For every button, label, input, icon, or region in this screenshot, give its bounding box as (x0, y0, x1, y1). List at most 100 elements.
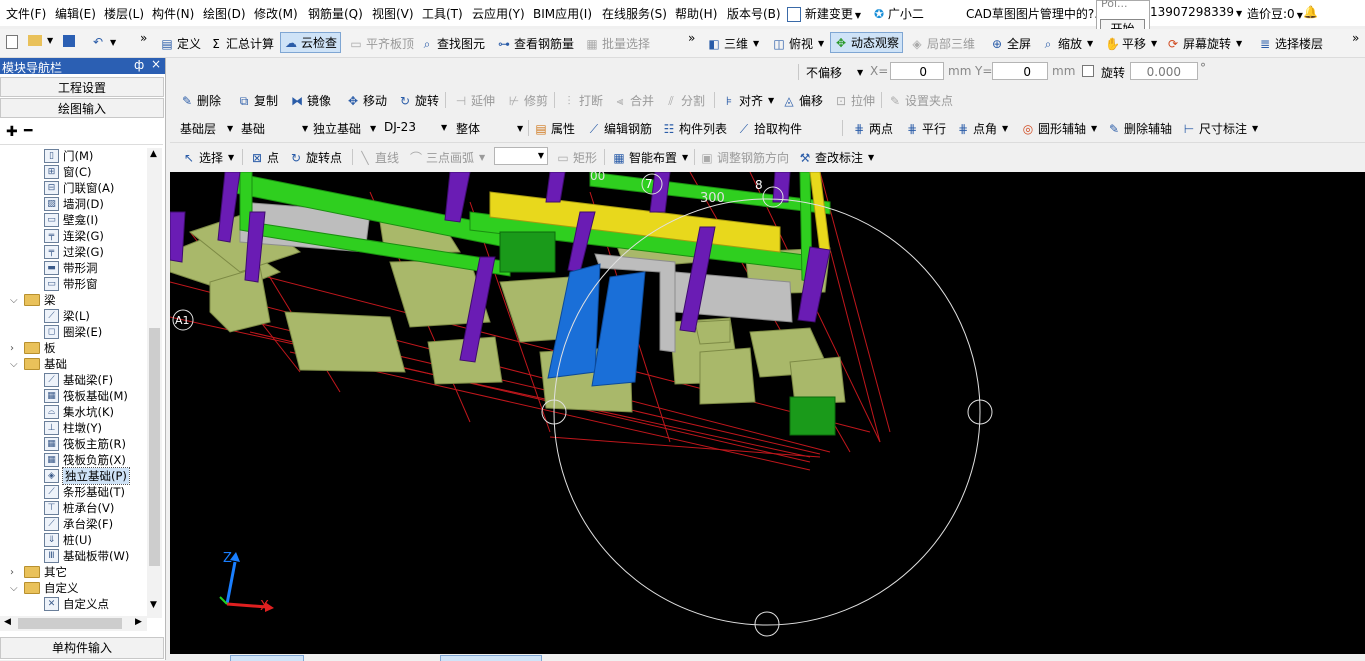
toolbar-overflow-icon[interactable]: » (140, 31, 147, 45)
menu-tools[interactable]: 工具(T) (422, 5, 463, 22)
set-grip-button[interactable]: ✎ 设置夹点 (888, 92, 953, 109)
hscroll-thumb[interactable] (18, 618, 122, 629)
menu-draw[interactable]: 绘图(D) (203, 5, 246, 22)
new-change-button[interactable]: 新建变更 ▼ (787, 5, 861, 22)
part-select[interactable]: 整体 ▼ (456, 120, 523, 137)
find-element-button[interactable]: ⌕ 查找图元 (420, 35, 485, 52)
save-icon[interactable] (63, 35, 75, 47)
point-angle-button[interactable]: ⋕ 点角 ▼ (956, 120, 1008, 137)
extend-button[interactable]: ⊣ 延伸 (454, 92, 495, 109)
tree-folder[interactable]: ⌵ 梁 (10, 292, 56, 308)
model-canvas[interactable]: A1 8 7 300 00 Z X (170, 172, 1365, 654)
line-button[interactable]: ╲ 直线 (358, 149, 399, 166)
menu-file[interactable]: 文件(F) (6, 5, 46, 22)
rotate-checkbox[interactable] (1082, 65, 1094, 77)
tree-item[interactable]: ⊞ 窗(C) (44, 164, 92, 180)
collapse-all-icon[interactable]: ━ (24, 123, 32, 139)
smart-layout-button[interactable]: ▦ 智能布置 ▼ (612, 149, 688, 166)
toolbar-overflow-icon[interactable]: » (1352, 31, 1359, 45)
y-offset-input[interactable]: 0 (992, 62, 1048, 80)
menu-rebar-qty[interactable]: 钢筋量(Q) (308, 5, 363, 22)
adjust-rebar-dir-button[interactable]: ▣ 调整钢筋方向 (700, 149, 789, 166)
tree-item[interactable]: Ⅲ 基础板带(W) (44, 548, 129, 564)
drawing-input-button[interactable]: 绘图输入 (0, 98, 164, 118)
status-tab[interactable] (440, 655, 542, 661)
dimension-button[interactable]: ⊢ 尺寸标注 ▼ (1182, 120, 1258, 137)
menu-cloud[interactable]: 云应用(Y) (472, 5, 525, 22)
tree-folder[interactable]: ⌵ 自定义 (10, 580, 79, 596)
tree-item[interactable]: ◈ 独立基础(P) (44, 467, 130, 485)
two-points-button[interactable]: ⋕ 两点 (852, 120, 893, 137)
x-offset-input[interactable]: 0 (890, 62, 944, 80)
chevron-down-icon[interactable]: ⌵ (10, 359, 20, 370)
menu-view[interactable]: 视图(V) (372, 5, 414, 22)
tree-item[interactable]: ⟋ 承台梁(F) (44, 516, 113, 532)
bell-icon[interactable]: 🔔 (1303, 5, 1318, 19)
tree-item[interactable]: ⊤ 桩承台(V) (44, 500, 114, 516)
tree-item[interactable]: ⊥ 柱墩(Y) (44, 420, 102, 436)
align-slab-button[interactable]: ▭ 平齐板顶 (349, 35, 414, 52)
scroll-thumb[interactable] (149, 328, 160, 566)
tree-item[interactable]: ▦ 筏板基础(M) (44, 388, 128, 404)
circle-aux-button[interactable]: ◎ 圆形辅轴 ▼ (1021, 120, 1097, 137)
chevron-right-icon[interactable]: › (10, 343, 20, 354)
tree-item[interactable]: ╤ 连梁(G) (44, 228, 104, 244)
tree-item[interactable]: ⟋ 基础梁(F) (44, 372, 113, 388)
y-offset-value[interactable]: 0 (992, 62, 1048, 80)
element-list-button[interactable]: ☷ 构件列表 (662, 120, 727, 137)
menu-help[interactable]: 帮助(H) (675, 5, 717, 22)
3d-button[interactable]: ◧ 三维 ▼ (707, 35, 759, 52)
local-3d-button[interactable]: ◈ 局部三维 (910, 35, 975, 52)
tree-folder[interactable]: › 其它 (10, 564, 67, 580)
tree-scrollbar[interactable]: ▲ ▼ (147, 148, 162, 618)
tree-item[interactable]: ▦ 筏板负筋(X) (44, 452, 126, 468)
select-floor-button[interactable]: ≣ 选择楼层 (1258, 35, 1323, 52)
close-icon[interactable]: × (151, 57, 161, 71)
stretch-button[interactable]: ⊡ 拉伸 (834, 92, 875, 109)
rotate-value[interactable]: 0.000 (1130, 62, 1198, 80)
scroll-up-icon[interactable]: ▲ (150, 149, 157, 159)
offset-mode-select[interactable]: 不偏移 ▼ (806, 64, 863, 81)
cost-beans[interactable]: 造价豆:0 ▼ (1247, 5, 1303, 22)
tree-hscrollbar[interactable]: ◀ ▶ (0, 616, 147, 631)
menu-modify[interactable]: 修改(M) (254, 5, 298, 22)
zoom-button[interactable]: ⌕ 缩放 ▼ (1041, 35, 1094, 52)
category-select[interactable]: 基础 ▼ (241, 120, 308, 137)
select-button[interactable]: ↖ 选择 ▼ (182, 149, 234, 166)
summary-button[interactable]: Σ 汇总计算 (209, 35, 274, 52)
parallel-button[interactable]: ⋕ 平行 (905, 120, 946, 137)
tree-item[interactable]: ⌓ 集水坑(K) (44, 404, 114, 420)
element-select[interactable]: DJ-23 ▼ (384, 120, 447, 134)
toolbar-overflow-icon[interactable]: » (688, 31, 695, 45)
tree-item[interactable]: ⊟ 门联窗(A) (44, 180, 114, 196)
tree-item[interactable]: ⟋ 条形基础(T) (44, 484, 125, 500)
define-button[interactable]: ▤ 定义 (160, 35, 201, 52)
check-annot-button[interactable]: ⚒ 查改标注 ▼ (798, 149, 875, 166)
trim-button[interactable]: ⊬ 修剪 (507, 92, 548, 109)
chevron-right-icon[interactable]: › (10, 567, 20, 578)
tree-item[interactable]: ╤ 过梁(G) (44, 244, 104, 260)
pick-element-button[interactable]: ⟋ 拾取构件 (737, 120, 802, 137)
screen-rotate-button[interactable]: ⟳ 屏幕旋转 ▼ (1166, 35, 1242, 52)
arc-mode-select[interactable]: ▼ (494, 147, 548, 165)
pin-icon[interactable]: ф (134, 58, 144, 72)
chevron-down-icon[interactable]: ⌵ (10, 583, 20, 594)
delete-aux-button[interactable]: ✎ 删除辅轴 (1107, 120, 1172, 137)
merge-button[interactable]: ⫷ 合并 (613, 92, 654, 109)
break-button[interactable]: ⫶ 打断 (562, 92, 603, 109)
menu-online[interactable]: 在线服务(S) (602, 5, 667, 22)
new-file-icon[interactable] (6, 35, 18, 49)
open-folder-icon[interactable]: ▼ (28, 35, 53, 46)
tree-item[interactable]: ✕ 自定义点 (44, 596, 109, 612)
single-input-button[interactable]: 单构件输入 (0, 637, 164, 659)
guang-xiao-er-button[interactable]: ✪ 广小二 (874, 5, 924, 22)
tree-folder[interactable]: › 板 (10, 340, 56, 356)
scroll-down-icon[interactable]: ▼ (150, 600, 157, 610)
tree-item[interactable]: ⟋ 梁(L) (44, 308, 90, 324)
tree-item[interactable]: ⇓ 桩(U) (44, 532, 92, 548)
split-button[interactable]: ⫽ 分割 (664, 92, 705, 109)
fullscreen-button[interactable]: ⊕ 全屏 (990, 35, 1031, 52)
tree-item[interactable]: ▬ 带形洞 (44, 260, 98, 276)
rotate-point-button[interactable]: ↻ 旋转点 (289, 149, 342, 166)
type-select[interactable]: 独立基础 ▼ (313, 120, 376, 137)
